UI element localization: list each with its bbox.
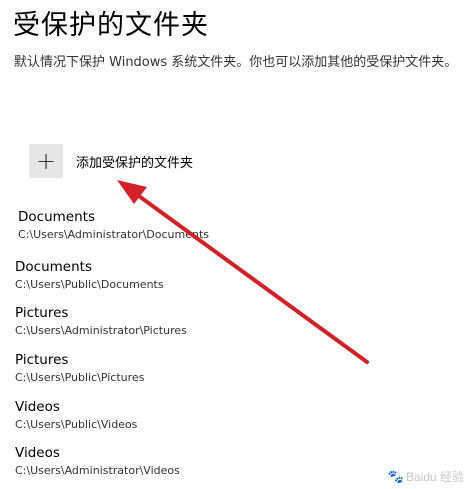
page-title: 受保护的文件夹 <box>13 10 209 41</box>
folder-item-documents-public[interactable]: Documents C:\Users\Public\Documents <box>15 258 164 293</box>
watermark: 🐾 Baidu 经验 <box>388 468 464 485</box>
folder-path: C:\Users\Administrator\Documents <box>18 228 210 241</box>
folder-name: Videos <box>15 399 60 415</box>
folder-path: C:\Users\Public\Documents <box>15 278 164 291</box>
arrow-head <box>117 180 147 204</box>
add-folder-button[interactable]: + <box>29 144 63 178</box>
plus-icon: + <box>35 147 57 175</box>
paw-icon: 🐾 <box>387 469 404 484</box>
folder-item-pictures-public[interactable]: Pictures C:\Users\Public\Pictures <box>15 351 144 386</box>
folder-path: C:\Users\Public\Pictures <box>15 371 145 384</box>
folder-item-videos-admin[interactable]: Videos C:\Users\Administrator\Videos <box>15 444 180 479</box>
folder-item-documents-admin[interactable]: Documents C:\Users\Administrator\Documen… <box>18 208 209 243</box>
folder-name: Documents <box>15 259 92 275</box>
folder-name: Pictures <box>15 305 69 321</box>
folder-path: C:\Users\Public\Videos <box>15 418 138 431</box>
folder-item-videos-public[interactable]: Videos C:\Users\Public\Videos <box>15 398 137 433</box>
folder-path: C:\Users\Administrator\Pictures <box>15 324 187 337</box>
folder-name: Documents <box>18 209 95 225</box>
add-protected-folder-row[interactable]: + 添加受保护的文件夹 <box>29 143 193 179</box>
folder-name: Videos <box>15 445 60 461</box>
folder-path: C:\Users\Administrator\Videos <box>15 464 180 477</box>
folder-item-pictures-admin[interactable]: Pictures C:\Users\Administrator\Pictures <box>15 304 187 339</box>
add-folder-label[interactable]: 添加受保护的文件夹 <box>76 152 193 171</box>
folder-name: Pictures <box>15 352 69 368</box>
page-description: 默认情况下保护 Windows 系统文件夹。你也可以添加其他的受保护文件夹。 <box>14 55 458 70</box>
watermark-text: Baidu 经验 <box>405 470 464 484</box>
